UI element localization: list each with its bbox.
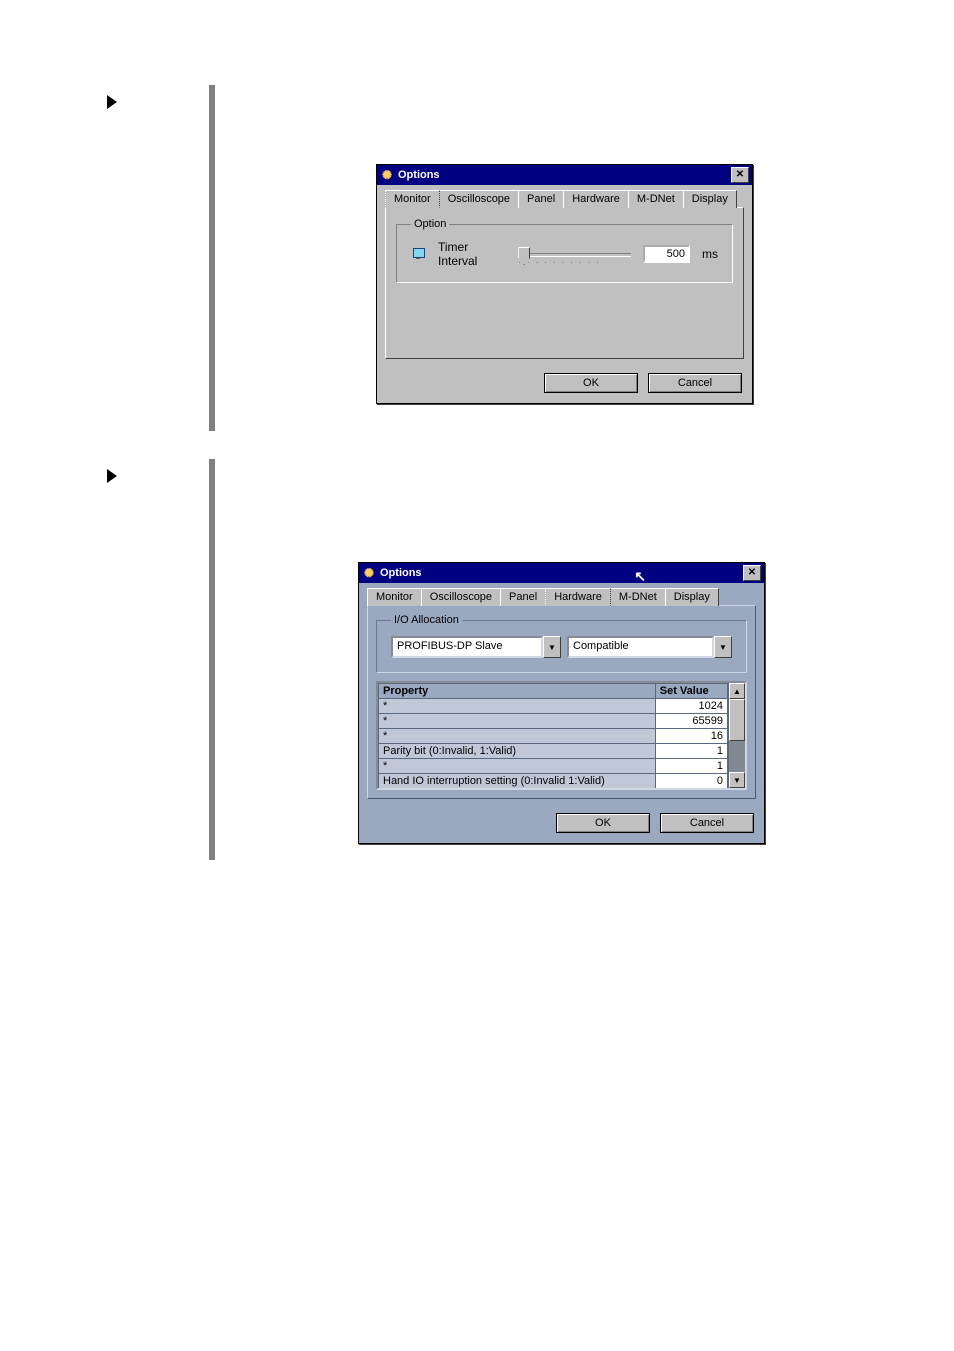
tab-mdnet[interactable]: M-DNet: [628, 190, 684, 208]
tab-strip: Monitor Oscilloscope Panel Hardware M-DN…: [359, 583, 764, 605]
grid-row[interactable]: Parity bit (0:Invalid, 1:Valid)1: [379, 744, 728, 759]
tab-panel[interactable]: Panel: [518, 190, 564, 208]
tab-display[interactable]: Display: [665, 588, 719, 606]
tab-oscilloscope[interactable]: Oscilloscope: [439, 190, 519, 208]
timer-interval-input[interactable]: 500: [643, 245, 690, 263]
bullet-marker: [107, 469, 117, 483]
ok-button[interactable]: OK: [556, 813, 650, 833]
tab-oscilloscope[interactable]: Oscilloscope: [421, 588, 501, 606]
cell-value[interactable]: 1: [655, 759, 727, 774]
group-legend: Option: [411, 218, 449, 230]
grid-row[interactable]: *65599: [379, 714, 728, 729]
tab-panel[interactable]: Panel: [500, 588, 546, 606]
grid-header-row: Property Set Value: [379, 684, 728, 699]
cell-value[interactable]: 65599: [655, 714, 727, 729]
grid-row[interactable]: Hand IO interruption setting (0:Invalid …: [379, 774, 728, 789]
close-button[interactable]: ✕: [731, 167, 749, 183]
mode-select[interactable]: Compatible ▼: [567, 636, 732, 658]
cell-property: Hand IO interruption setting (0:Invalid …: [379, 774, 656, 789]
tab-pane: I/O Allocation PROFIBUS-DP Slave ▼ Compa…: [367, 605, 756, 799]
col-set-value: Set Value: [655, 684, 727, 699]
ok-button[interactable]: OK: [544, 373, 638, 393]
property-grid: Property Set Value *1024 *65599 *16 Pari…: [376, 681, 747, 790]
gear-icon: ✺: [380, 168, 394, 182]
cell-value[interactable]: 16: [655, 729, 727, 744]
close-button[interactable]: ✕: [743, 565, 761, 581]
scroll-down-arrow-icon[interactable]: ▼: [729, 772, 745, 788]
vertical-scrollbar[interactable]: ▲ ▼: [728, 683, 745, 788]
cell-property: *: [379, 714, 656, 729]
cancel-button[interactable]: Cancel: [648, 373, 742, 393]
chevron-down-icon: ▼: [714, 636, 732, 658]
tab-strip: Monitor Oscilloscope Panel Hardware M-DN…: [377, 185, 752, 207]
grid-row[interactable]: *1: [379, 759, 728, 774]
cancel-button[interactable]: Cancel: [660, 813, 754, 833]
module-select[interactable]: PROFIBUS-DP Slave ▼: [391, 636, 561, 658]
timer-interval-slider[interactable]: ··········: [518, 245, 630, 263]
titlebar[interactable]: ✺ Options ↖ ✕: [359, 563, 764, 583]
titlebar[interactable]: ✺ Options ✕: [377, 165, 752, 185]
cell-property: *: [379, 759, 656, 774]
tab-mdnet[interactable]: M-DNet: [610, 588, 666, 606]
tab-hardware[interactable]: Hardware: [545, 588, 611, 606]
monitor-icon: [411, 247, 426, 261]
mode-select-value: Compatible: [567, 636, 714, 658]
bullet-marker: [107, 95, 117, 109]
tab-hardware[interactable]: Hardware: [563, 190, 629, 208]
module-select-value: PROFIBUS-DP Slave: [391, 636, 543, 658]
timer-interval-unit: ms: [702, 247, 718, 261]
cell-property: *: [379, 699, 656, 714]
vertical-separator: [209, 85, 215, 431]
gear-icon: ✺: [362, 566, 376, 580]
dialog-title: Options: [398, 169, 440, 181]
tab-monitor[interactable]: Monitor: [367, 588, 422, 606]
group-legend: I/O Allocation: [391, 614, 462, 626]
option-group: Option Timer Interval ·········· 500 ms: [396, 218, 733, 283]
grid-row[interactable]: *16: [379, 729, 728, 744]
tab-monitor[interactable]: Monitor: [385, 190, 440, 208]
cell-property: Parity bit (0:Invalid, 1:Valid): [379, 744, 656, 759]
tab-pane: Option Timer Interval ·········· 500 ms: [385, 207, 744, 359]
col-property: Property: [379, 684, 656, 699]
dialog-title: Options: [380, 567, 422, 579]
tab-display[interactable]: Display: [683, 190, 737, 208]
io-allocation-group: I/O Allocation PROFIBUS-DP Slave ▼ Compa…: [376, 614, 747, 673]
vertical-separator: [209, 459, 215, 860]
options-dialog-monitor: ✺ Options ✕ Monitor Oscilloscope Panel H…: [376, 164, 753, 404]
timer-interval-label: Timer Interval: [438, 240, 506, 268]
cell-value[interactable]: 1: [655, 744, 727, 759]
cell-value[interactable]: 0: [655, 774, 727, 789]
chevron-down-icon: ▼: [543, 636, 561, 658]
options-dialog-hardware: ✺ Options ↖ ✕ Monitor Oscilloscope Panel…: [358, 562, 765, 844]
scroll-thumb[interactable]: [729, 699, 745, 741]
scroll-up-arrow-icon[interactable]: ▲: [729, 683, 745, 699]
cell-property: *: [379, 729, 656, 744]
cell-value[interactable]: 1024: [655, 699, 727, 714]
grid-row[interactable]: *1024: [379, 699, 728, 714]
cursor-icon: ↖: [634, 568, 646, 585]
